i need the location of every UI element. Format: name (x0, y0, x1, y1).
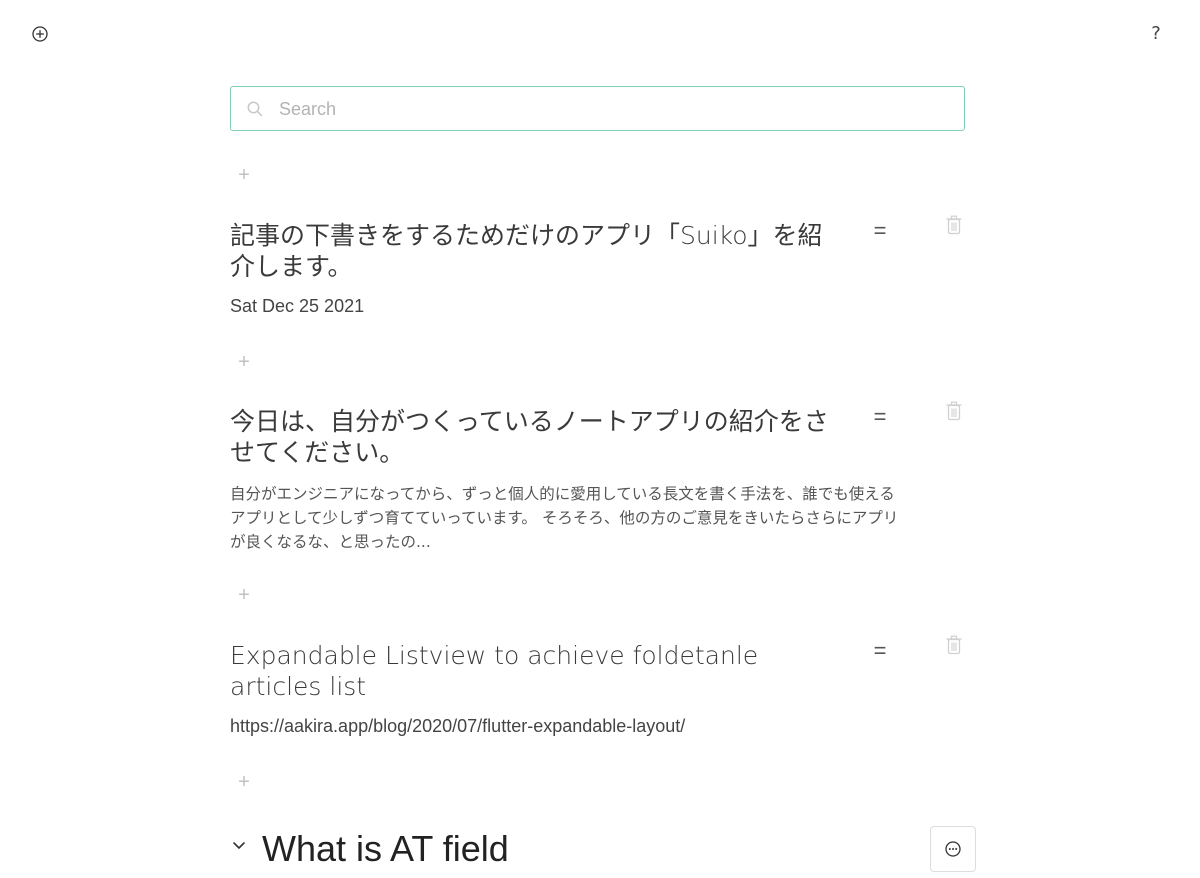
note-excerpt: 自分がエンジニアになってから、ずっと個人的に愛用している長文を書く手法を、誰でも… (230, 485, 899, 551)
chevron-down-icon[interactable] (230, 836, 248, 854)
trash-icon[interactable] (944, 400, 964, 422)
note-item[interactable]: 記事の下書きをするためだけのアプリ「Suiko」を紹介します。 Sat Dec … (230, 215, 970, 318)
insert-note-button[interactable]: + (234, 165, 254, 185)
more-options-button[interactable] (930, 826, 976, 872)
insert-note-button[interactable]: + (234, 772, 254, 792)
help-button[interactable]: ? (1146, 22, 1166, 46)
section-title[interactable]: What is AT field (262, 826, 509, 872)
search-box[interactable] (230, 86, 965, 131)
note-item[interactable]: 今日は、自分がつくっているノートアプリの紹介をさせてください。 自分がエンジニア… (230, 401, 970, 554)
trash-icon[interactable] (944, 214, 964, 236)
trash-icon[interactable] (944, 634, 964, 656)
search-input[interactable] (277, 87, 941, 131)
search-icon (246, 100, 264, 118)
note-title[interactable]: Expandable Listview to achieve foldetanl… (230, 640, 845, 702)
note-title[interactable]: 今日は、自分がつくっているノートアプリの紹介をさせてください。 (230, 406, 845, 468)
drag-handle[interactable]: = (870, 638, 890, 664)
note-date: Sat Dec 25 2021 (230, 296, 365, 316)
drag-handle[interactable]: = (870, 218, 890, 244)
note-title[interactable]: 記事の下書きをするためだけのアプリ「Suiko」を紹介します。 (230, 220, 845, 282)
drag-handle[interactable]: = (870, 404, 890, 430)
section-header: What is AT field (230, 826, 980, 878)
add-note-icon[interactable] (31, 25, 49, 43)
note-url[interactable]: https://aakira.app/blog/2020/07/flutter-… (230, 714, 970, 738)
note-item[interactable]: Expandable Listview to achieve foldetanl… (230, 635, 970, 738)
insert-note-button[interactable]: + (234, 585, 254, 605)
more-options-icon (945, 841, 961, 857)
insert-note-button[interactable]: + (234, 352, 254, 372)
